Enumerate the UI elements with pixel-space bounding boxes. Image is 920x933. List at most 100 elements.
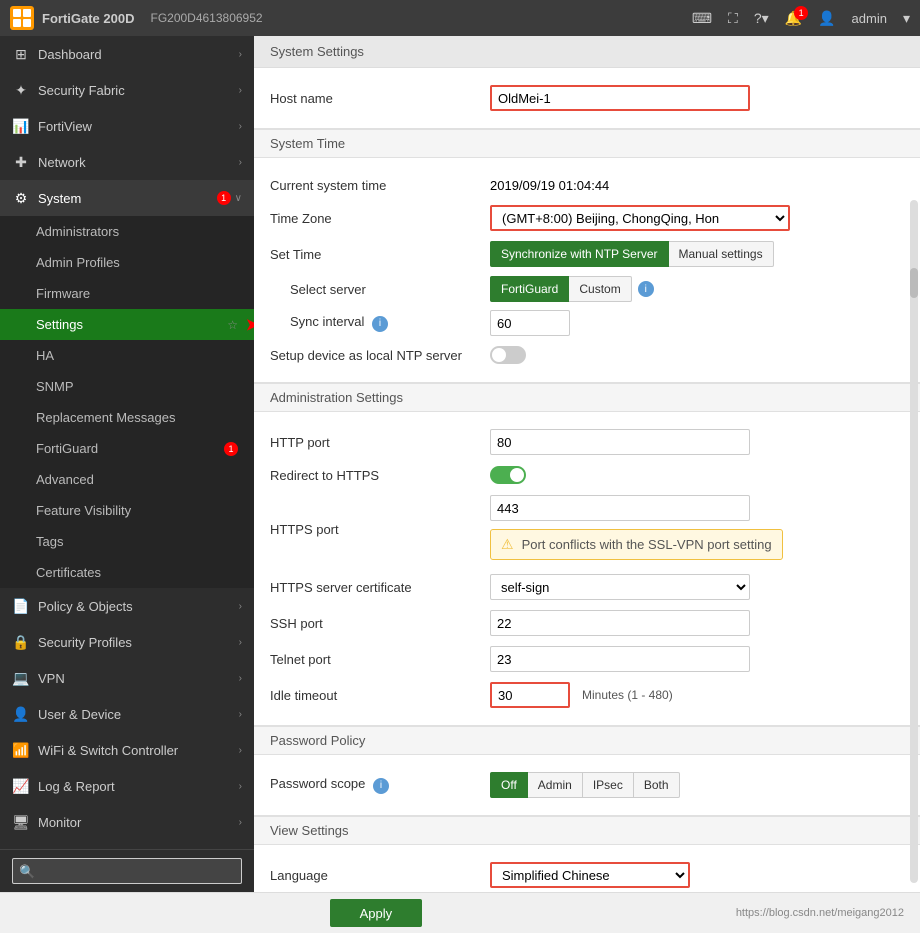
hostname-value — [490, 85, 904, 111]
sidebar-item-label: Certificates — [36, 565, 242, 580]
ntp-sync-button[interactable]: Synchronize with NTP Server — [490, 241, 669, 267]
sidebar-item-settings[interactable]: Settings ☆ ➤ — [0, 309, 254, 340]
search-input[interactable] — [12, 858, 242, 884]
bell-icon[interactable]: 🔔 1 — [785, 10, 802, 27]
set-time-row: Set Time Synchronize with NTP Server Man… — [270, 236, 904, 272]
sidebar-item-admin-profiles[interactable]: Admin Profiles — [0, 247, 254, 278]
set-time-label: Set Time — [270, 247, 490, 262]
hostname-input[interactable] — [490, 85, 750, 111]
scope-btn-group: Off Admin IPsec Both — [490, 772, 680, 798]
current-time-label: Current system time — [270, 178, 490, 193]
admin-label[interactable]: admin — [852, 11, 887, 26]
idle-timeout-row: Idle timeout Minutes (1 - 480) — [270, 677, 904, 713]
sidebar-item-fortiguard[interactable]: FortiGuard 1 — [0, 433, 254, 464]
sidebar-item-label: Policy & Objects — [38, 599, 239, 614]
select-server-label: Select server — [290, 282, 490, 297]
ntp-btn-group: Synchronize with NTP Server Manual setti… — [490, 241, 774, 267]
help-icon[interactable]: ?▾ — [754, 10, 769, 27]
sidebar-item-user-device[interactable]: 👤 User & Device › — [0, 696, 254, 732]
sync-info-icon[interactable]: i — [372, 316, 388, 332]
sidebar-item-label: FortiView — [38, 119, 239, 134]
sidebar-item-snmp[interactable]: SNMP — [0, 371, 254, 402]
sidebar-item-security-fabric[interactable]: ✦ Security Fabric › — [0, 72, 254, 108]
chevron-right-icon: › — [239, 601, 242, 612]
chevron-right-icon: › — [239, 157, 242, 168]
https-port-input[interactable] — [490, 495, 750, 521]
server-info-icon[interactable]: i — [638, 281, 654, 297]
sidebar-item-advanced[interactable]: Advanced — [0, 464, 254, 495]
scope-off-button[interactable]: Off — [490, 772, 528, 798]
telnet-port-label: Telnet port — [270, 652, 490, 667]
sidebar-item-security-profiles[interactable]: 🔒 Security Profiles › — [0, 624, 254, 660]
ssh-port-input[interactable] — [490, 610, 750, 636]
wifi-icon: 📶 — [12, 742, 30, 759]
http-port-input[interactable] — [490, 429, 750, 455]
sidebar-item-feature-visibility[interactable]: Feature Visibility — [0, 495, 254, 526]
scope-admin-button[interactable]: Admin — [528, 772, 583, 798]
sidebar-item-vpn[interactable]: 💻 VPN › — [0, 660, 254, 696]
scope-both-button[interactable]: Both — [634, 772, 680, 798]
sidebar-item-label: Monitor — [38, 815, 239, 830]
scope-ipsec-button[interactable]: IPsec — [583, 772, 634, 798]
sidebar-item-dashboard[interactable]: ⊞ Dashboard › — [0, 36, 254, 72]
sidebar-item-tags[interactable]: Tags — [0, 526, 254, 557]
terminal-icon[interactable]: ⌨ — [692, 10, 712, 27]
scrollbar[interactable] — [910, 200, 918, 883]
chevron-right-icon: › — [239, 637, 242, 648]
logo[interactable]: FortiGate 200D FG200D4613806952 — [10, 6, 263, 30]
sidebar-item-label: Admin Profiles — [36, 255, 242, 270]
ntp-server-toggle-switch[interactable] — [490, 346, 526, 364]
security-fabric-icon: ✦ — [12, 82, 30, 99]
sidebar-item-label: Feature Visibility — [36, 503, 242, 518]
fortiguard-button[interactable]: FortiGuard — [490, 276, 569, 302]
sidebar-item-network[interactable]: ✚ Network › — [0, 144, 254, 180]
scope-info-icon[interactable]: i — [373, 778, 389, 794]
language-row: Language Simplified Chinese — [270, 857, 904, 892]
sidebar-item-wifi-switch[interactable]: 📶 WiFi & Switch Controller › — [0, 732, 254, 768]
idle-timeout-label: Idle timeout — [270, 688, 490, 703]
redirect-toggle[interactable] — [490, 466, 526, 484]
custom-button[interactable]: Custom — [569, 276, 631, 302]
admin-chevron[interactable]: ▾ — [903, 10, 910, 27]
password-scope-label: Password scope i — [270, 776, 490, 794]
footer-link[interactable]: https://blog.csdn.net/meigang2012 — [736, 907, 904, 919]
sidebar-item-administrators[interactable]: Administrators — [0, 216, 254, 247]
warning-text: Port conflicts with the SSL-VPN port set… — [522, 537, 772, 552]
sync-interval-input[interactable] — [490, 310, 570, 336]
red-arrow-icon: ➤ — [245, 314, 254, 335]
sidebar-item-firmware[interactable]: Firmware — [0, 278, 254, 309]
sidebar-item-system[interactable]: ⚙ System 1 ∨ — [0, 180, 254, 216]
https-port-label: HTTPS port — [270, 522, 490, 537]
sync-interval-text: Sync interval — [290, 314, 364, 329]
sidebar-item-log-report[interactable]: 📈 Log & Report › — [0, 768, 254, 804]
manual-settings-button[interactable]: Manual settings — [669, 241, 774, 267]
system-badge: 1 — [217, 191, 231, 205]
sidebar-item-certificates[interactable]: Certificates — [0, 557, 254, 588]
sidebar-item-label: Log & Report — [38, 779, 239, 794]
idle-timeout-input[interactable] — [490, 682, 570, 708]
language-select[interactable]: Simplified Chinese — [490, 862, 690, 888]
sidebar-item-label: Security Profiles — [38, 635, 239, 650]
telnet-port-input[interactable] — [490, 646, 750, 672]
sidebar-item-ha[interactable]: HA — [0, 340, 254, 371]
sidebar-item-label: System — [38, 191, 217, 206]
sidebar-item-policy-objects[interactable]: 📄 Policy & Objects › — [0, 588, 254, 624]
sidebar-item-replacement-messages[interactable]: Replacement Messages — [0, 402, 254, 433]
telnet-port-row: Telnet port — [270, 641, 904, 677]
sidebar: ⊞ Dashboard › ✦ Security Fabric › 📊 Fort… — [0, 36, 254, 892]
timezone-select[interactable]: (GMT+8:00) Beijing, ChongQing, Hon — [490, 205, 790, 231]
expand-icon[interactable]: ⛶ — [728, 10, 738, 27]
ssh-port-value — [490, 610, 904, 636]
http-port-value — [490, 429, 904, 455]
admin-settings-section: HTTP port Redirect to HTTPS HTTPS port ⚠ — [254, 412, 920, 726]
sidebar-item-monitor[interactable]: 🖥 Monitor › — [0, 804, 254, 840]
fortiview-icon: 📊 — [12, 118, 30, 135]
sidebar-item-fortiview[interactable]: 📊 FortiView › — [0, 108, 254, 144]
sidebar-item-label: Dashboard — [38, 47, 239, 62]
apply-button[interactable]: Apply — [330, 899, 423, 927]
chevron-right-icon: › — [239, 709, 242, 720]
https-cert-select[interactable]: self-sign — [490, 574, 750, 600]
password-scope-row: Password scope i Off Admin IPsec Both — [270, 767, 904, 803]
view-settings-section: Language Simplified Chinese Lines per pa… — [254, 845, 920, 892]
select-server-row: Select server FortiGuard Custom i — [270, 272, 904, 306]
